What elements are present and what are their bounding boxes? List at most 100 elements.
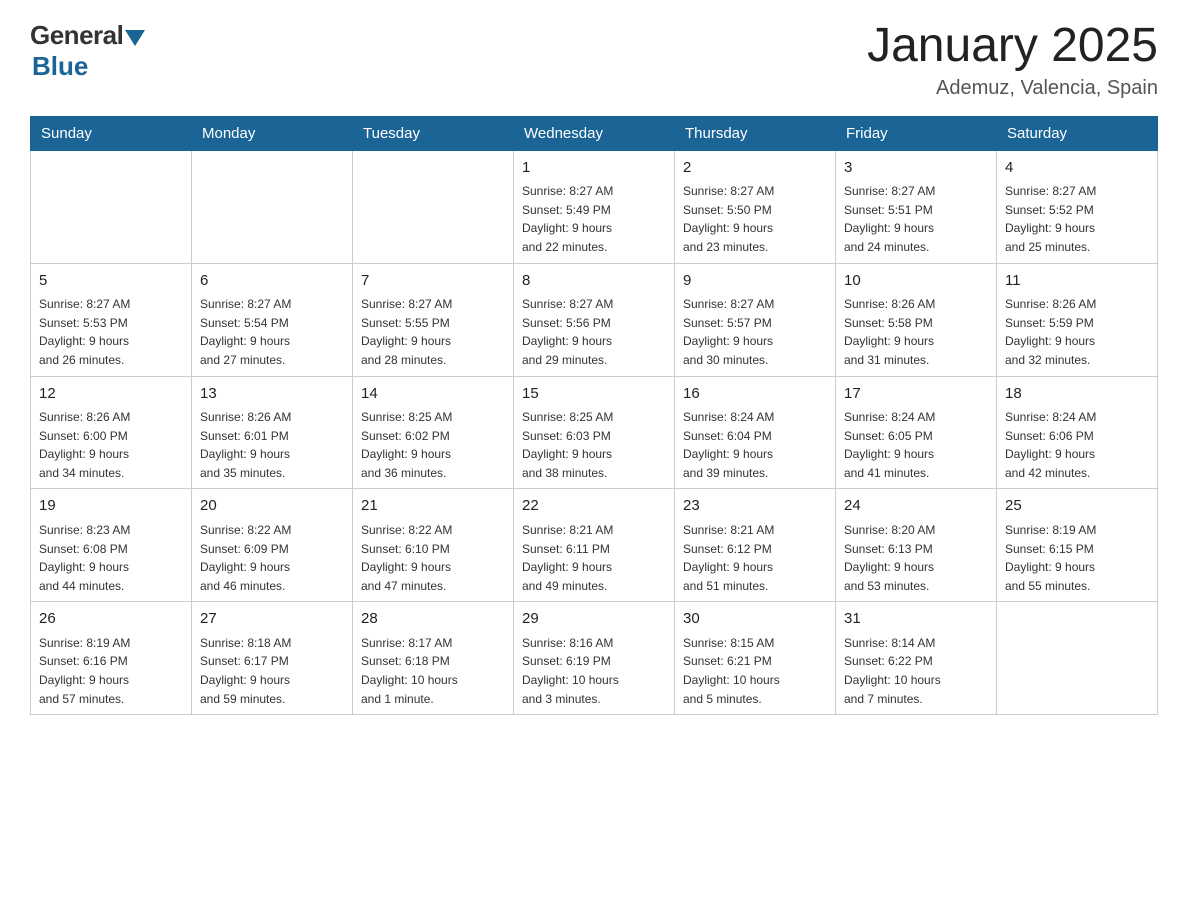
- day-cell: 1Sunrise: 8:27 AM Sunset: 5:49 PM Daylig…: [514, 150, 675, 263]
- day-number: 16: [683, 383, 827, 406]
- day-cell: 21 Sunrise: 8:22 AM Sunset: 6:10 PM Dayli…: [353, 489, 514, 602]
- day-info: Sunrise: 8:22 AM Sunset: 6:09 PM Dayligh…: [200, 521, 344, 595]
- day-cell: 17Sunrise: 8:24 AM Sunset: 6:05 PM Dayli…: [836, 376, 997, 489]
- day-number: 20: [200, 495, 344, 518]
- day-number: 18: [1005, 383, 1149, 406]
- day-info: Sunrise: 8:27 AM Sunset: 5:52 PM Dayligh…: [1005, 182, 1149, 256]
- day-info: Sunrise: 8:27 AM Sunset: 5:55 PM Dayligh…: [361, 295, 505, 369]
- day-info: Sunrise: 8:21 AM Sunset: 6:12 PM Dayligh…: [683, 521, 827, 595]
- title-area: January 2025 Ademuz, Valencia, Spain: [867, 20, 1158, 100]
- calendar-header-row: SundayMondayTuesdayWednesdayThursdayFrid…: [31, 116, 1158, 150]
- day-cell: 5Sunrise: 8:27 AM Sunset: 5:53 PM Daylig…: [31, 263, 192, 376]
- day-info: Sunrise: 8:27 AM Sunset: 5:51 PM Dayligh…: [844, 182, 988, 256]
- day-info: Sunrise: 8:27 AM Sunset: 5:50 PM Dayligh…: [683, 182, 827, 256]
- day-info: Sunrise: 8:19 AM Sunset: 6:16 PM Dayligh…: [39, 634, 183, 708]
- day-info: Sunrise: 8:26 AM Sunset: 5:58 PM Dayligh…: [844, 295, 988, 369]
- day-cell: 27 Sunrise: 8:18 AM Sunset: 6:17 PM Dayli…: [192, 602, 353, 715]
- day-cell: 15Sunrise: 8:25 AM Sunset: 6:03 PM Dayli…: [514, 376, 675, 489]
- day-number: 12: [39, 383, 183, 406]
- day-number: 28: [361, 608, 505, 631]
- day-number: 17: [844, 383, 988, 406]
- day-info: Sunrise: 8:26 AM Sunset: 6:00 PM Dayligh…: [39, 408, 183, 482]
- day-number: 15: [522, 383, 666, 406]
- day-info: Sunrise: 8:27 AM Sunset: 5:53 PM Dayligh…: [39, 295, 183, 369]
- logo-blue-text: Blue: [32, 51, 88, 82]
- day-info: Sunrise: 8:26 AM Sunset: 5:59 PM Dayligh…: [1005, 295, 1149, 369]
- day-cell: 7Sunrise: 8:27 AM Sunset: 5:55 PM Daylig…: [353, 263, 514, 376]
- day-cell: 28 Sunrise: 8:17 AM Sunset: 6:18 PM Dayli…: [353, 602, 514, 715]
- day-cell: [31, 150, 192, 263]
- day-number: 8: [522, 270, 666, 293]
- day-cell: 10Sunrise: 8:26 AM Sunset: 5:58 PM Dayli…: [836, 263, 997, 376]
- day-number: 14: [361, 383, 505, 406]
- day-info: Sunrise: 8:17 AM Sunset: 6:18 PM Dayligh…: [361, 634, 505, 708]
- day-cell: [997, 602, 1158, 715]
- day-cell: 25Sunrise: 8:19 AM Sunset: 6:15 PM Dayli…: [997, 489, 1158, 602]
- page-header: General Blue January 2025 Ademuz, Valenc…: [30, 20, 1158, 100]
- week-row-5: 26 Sunrise: 8:19 AM Sunset: 6:16 PM Dayli…: [31, 602, 1158, 715]
- day-cell: 8Sunrise: 8:27 AM Sunset: 5:56 PM Daylig…: [514, 263, 675, 376]
- column-header-monday: Monday: [192, 116, 353, 150]
- day-cell: 2Sunrise: 8:27 AM Sunset: 5:50 PM Daylig…: [675, 150, 836, 263]
- day-number: 24: [844, 495, 988, 518]
- day-info: Sunrise: 8:27 AM Sunset: 5:49 PM Dayligh…: [522, 182, 666, 256]
- day-cell: 22 Sunrise: 8:21 AM Sunset: 6:11 PM Dayli…: [514, 489, 675, 602]
- day-info: Sunrise: 8:25 AM Sunset: 6:03 PM Dayligh…: [522, 408, 666, 482]
- day-info: Sunrise: 8:22 AM Sunset: 6:10 PM Dayligh…: [361, 521, 505, 595]
- day-cell: 30 Sunrise: 8:15 AM Sunset: 6:21 PM Dayli…: [675, 602, 836, 715]
- day-number: 2: [683, 157, 827, 180]
- day-cell: 23Sunrise: 8:21 AM Sunset: 6:12 PM Dayli…: [675, 489, 836, 602]
- day-info: Sunrise: 8:18 AM Sunset: 6:17 PM Dayligh…: [200, 634, 344, 708]
- day-number: 1: [522, 157, 666, 180]
- logo-general-text: General: [30, 20, 123, 51]
- day-info: Sunrise: 8:27 AM Sunset: 5:56 PM Dayligh…: [522, 295, 666, 369]
- logo-triangle-icon: [125, 30, 145, 46]
- week-row-2: 5Sunrise: 8:27 AM Sunset: 5:53 PM Daylig…: [31, 263, 1158, 376]
- day-cell: 6Sunrise: 8:27 AM Sunset: 5:54 PM Daylig…: [192, 263, 353, 376]
- day-info: Sunrise: 8:14 AM Sunset: 6:22 PM Dayligh…: [844, 634, 988, 708]
- day-number: 6: [200, 270, 344, 293]
- day-cell: 31Sunrise: 8:14 AM Sunset: 6:22 PM Dayli…: [836, 602, 997, 715]
- day-cell: 4Sunrise: 8:27 AM Sunset: 5:52 PM Daylig…: [997, 150, 1158, 263]
- day-cell: 19Sunrise: 8:23 AM Sunset: 6:08 PM Dayli…: [31, 489, 192, 602]
- column-header-thursday: Thursday: [675, 116, 836, 150]
- day-cell: 14Sunrise: 8:25 AM Sunset: 6:02 PM Dayli…: [353, 376, 514, 489]
- day-number: 21: [361, 495, 505, 518]
- day-cell: 20 Sunrise: 8:22 AM Sunset: 6:09 PM Dayli…: [192, 489, 353, 602]
- day-cell: 9Sunrise: 8:27 AM Sunset: 5:57 PM Daylig…: [675, 263, 836, 376]
- day-number: 11: [1005, 270, 1149, 293]
- day-number: 5: [39, 270, 183, 293]
- calendar-subtitle: Ademuz, Valencia, Spain: [867, 77, 1158, 100]
- column-header-friday: Friday: [836, 116, 997, 150]
- day-cell: 26 Sunrise: 8:19 AM Sunset: 6:16 PM Dayli…: [31, 602, 192, 715]
- day-info: Sunrise: 8:20 AM Sunset: 6:13 PM Dayligh…: [844, 521, 988, 595]
- day-number: 29: [522, 608, 666, 631]
- day-number: 26: [39, 608, 183, 631]
- column-header-sunday: Sunday: [31, 116, 192, 150]
- day-cell: 24 Sunrise: 8:20 AM Sunset: 6:13 PM Dayli…: [836, 489, 997, 602]
- column-header-saturday: Saturday: [997, 116, 1158, 150]
- day-info: Sunrise: 8:27 AM Sunset: 5:54 PM Dayligh…: [200, 295, 344, 369]
- day-cell: [353, 150, 514, 263]
- column-header-wednesday: Wednesday: [514, 116, 675, 150]
- day-cell: 29 Sunrise: 8:16 AM Sunset: 6:19 PM Dayli…: [514, 602, 675, 715]
- day-info: Sunrise: 8:26 AM Sunset: 6:01 PM Dayligh…: [200, 408, 344, 482]
- day-number: 9: [683, 270, 827, 293]
- day-cell: [192, 150, 353, 263]
- column-header-tuesday: Tuesday: [353, 116, 514, 150]
- day-info: Sunrise: 8:16 AM Sunset: 6:19 PM Dayligh…: [522, 634, 666, 708]
- day-cell: 3Sunrise: 8:27 AM Sunset: 5:51 PM Daylig…: [836, 150, 997, 263]
- day-info: Sunrise: 8:21 AM Sunset: 6:11 PM Dayligh…: [522, 521, 666, 595]
- week-row-3: 12Sunrise: 8:26 AM Sunset: 6:00 PM Dayli…: [31, 376, 1158, 489]
- day-info: Sunrise: 8:24 AM Sunset: 6:04 PM Dayligh…: [683, 408, 827, 482]
- day-number: 19: [39, 495, 183, 518]
- day-info: Sunrise: 8:24 AM Sunset: 6:05 PM Dayligh…: [844, 408, 988, 482]
- day-number: 22: [522, 495, 666, 518]
- calendar-table: SundayMondayTuesdayWednesdayThursdayFrid…: [30, 116, 1158, 715]
- day-cell: 16Sunrise: 8:24 AM Sunset: 6:04 PM Dayli…: [675, 376, 836, 489]
- day-number: 30: [683, 608, 827, 631]
- day-info: Sunrise: 8:15 AM Sunset: 6:21 PM Dayligh…: [683, 634, 827, 708]
- day-number: 7: [361, 270, 505, 293]
- day-cell: 11Sunrise: 8:26 AM Sunset: 5:59 PM Dayli…: [997, 263, 1158, 376]
- day-number: 27: [200, 608, 344, 631]
